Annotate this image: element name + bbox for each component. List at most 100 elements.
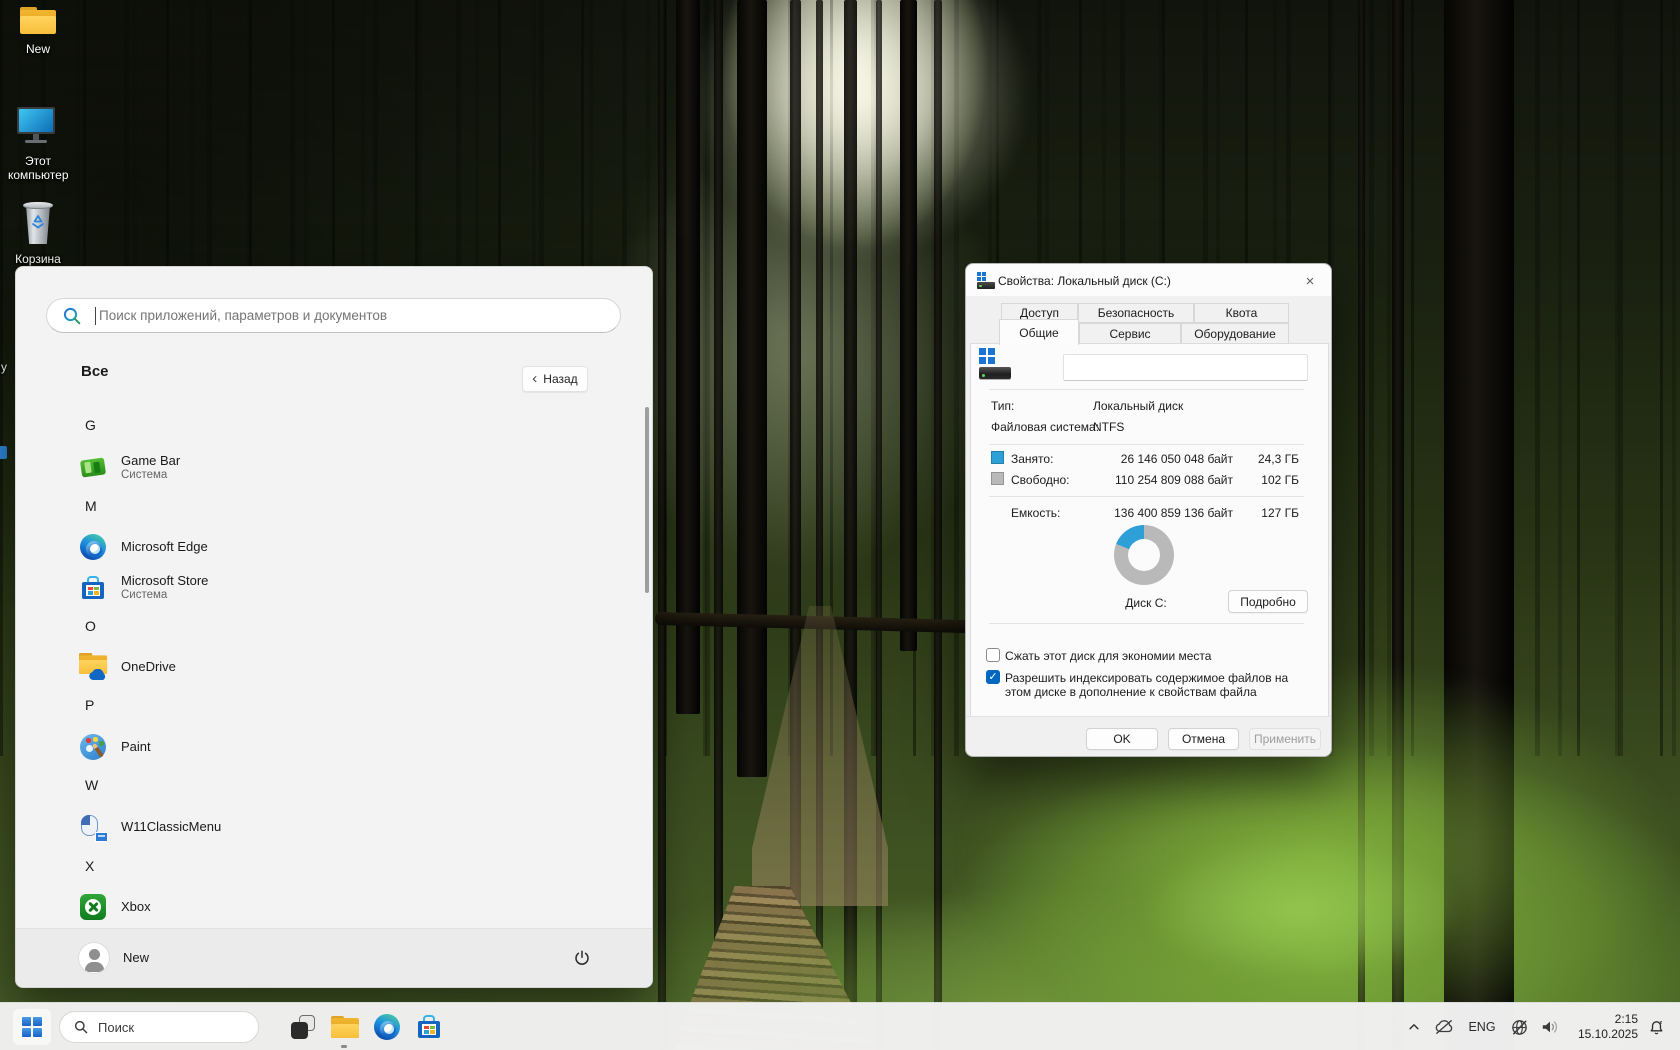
folder-icon — [16, 7, 60, 37]
clock[interactable]: 2:15 15.10.2025 — [1566, 1012, 1638, 1042]
store-button[interactable] — [413, 1011, 445, 1043]
globe-no-internet-icon — [1510, 1018, 1529, 1037]
separator — [989, 389, 1304, 390]
user-name[interactable]: New — [123, 950, 149, 965]
disk-caption: Диск C: — [1094, 596, 1198, 610]
app-item-onedrive[interactable]: OneDrive — [79, 650, 599, 684]
file-explorer-button[interactable] — [329, 1011, 361, 1043]
tree-trunk — [934, 0, 942, 1050]
tab-security[interactable]: Безопасность — [1078, 303, 1194, 323]
power-icon — [573, 949, 591, 967]
details-button[interactable]: Подробно — [1228, 590, 1308, 613]
section-letter-g[interactable]: G — [85, 417, 113, 433]
back-button-label: Назад — [543, 372, 577, 386]
task-view-button[interactable] — [287, 1011, 319, 1043]
tab-quota[interactable]: Квота — [1194, 303, 1289, 323]
app-subtitle: Система — [121, 589, 167, 601]
drive-icon-large — [979, 348, 1015, 382]
close-button[interactable]: × — [1299, 270, 1321, 292]
search-input[interactable]: Поиск приложений, параметров и документо… — [46, 298, 621, 333]
app-item-paint[interactable]: Paint — [79, 730, 599, 764]
tab-label: Оборудование — [1194, 327, 1276, 341]
windows-logo-icon — [22, 1017, 42, 1037]
desktop-icon-new-folder[interactable]: New — [8, 5, 68, 56]
tab-tools[interactable]: Сервис — [1079, 323, 1181, 344]
volume-label-input[interactable] — [1063, 354, 1308, 381]
apply-button[interactable]: Применить — [1249, 728, 1321, 750]
svg-text:z: z — [1659, 1020, 1662, 1026]
app-item-game-bar[interactable]: Game Bar Система — [79, 451, 599, 485]
gamebar-icon — [79, 454, 107, 482]
index-files-label[interactable]: Разрешить индексировать содержимое файло… — [1005, 671, 1303, 699]
language-indicator[interactable]: ENG — [1460, 1020, 1504, 1034]
app-item-microsoft-store[interactable]: Microsoft Store Система — [79, 571, 599, 605]
recycle-bin-icon — [16, 202, 60, 248]
compress-disk-checkbox[interactable] — [986, 648, 1000, 662]
system-tray: ENG 2:15 15.10.2025 z — [1400, 1003, 1680, 1050]
back-button[interactable]: ‹ Назад — [522, 366, 588, 392]
tray-overflow-button[interactable] — [1400, 1020, 1428, 1034]
tab-hardware[interactable]: Оборудование — [1181, 323, 1289, 344]
app-subtitle: Система — [121, 469, 167, 481]
user-avatar[interactable] — [79, 943, 109, 973]
app-item-microsoft-edge[interactable]: Microsoft Edge — [79, 530, 599, 564]
start-button[interactable] — [13, 1009, 51, 1045]
check-icon: ✓ — [988, 671, 997, 683]
search-icon — [73, 1019, 89, 1035]
folder-icon — [331, 1016, 359, 1038]
app-item-w11classicmenu[interactable]: W11ClassicMenu — [79, 810, 599, 844]
store-icon — [80, 575, 108, 603]
ok-button[interactable]: OK — [1086, 728, 1158, 750]
section-letter-w[interactable]: W — [85, 777, 113, 793]
hidden-desktop-icon-fragment — [0, 446, 7, 459]
free-label: Свободно: — [1011, 473, 1070, 487]
tab-label: Сервис — [1109, 327, 1150, 341]
tree-trunk — [676, 0, 700, 714]
capacity-size: 127 ГБ — [1238, 506, 1299, 520]
start-menu-scrollbar[interactable] — [645, 407, 649, 593]
app-item-xbox[interactable]: Xbox — [79, 890, 599, 924]
disk-usage-donut — [1114, 525, 1174, 585]
dialog-titlebar[interactable]: Свойства: Локальный диск (C:) × — [966, 264, 1331, 297]
running-indicator — [341, 1045, 347, 1048]
tab-general[interactable]: Общие — [999, 319, 1079, 345]
app-name: W11ClassicMenu — [121, 819, 221, 834]
network-tray-button[interactable] — [1504, 1018, 1534, 1037]
volume-tray-button[interactable] — [1534, 1018, 1566, 1036]
task-view-icon — [291, 1015, 315, 1039]
forest-path — [752, 606, 888, 906]
edge-button[interactable] — [371, 1011, 403, 1043]
used-size: 24,3 ГБ — [1238, 452, 1299, 466]
start-menu-footer: New — [16, 928, 652, 987]
taskbar-search[interactable]: Поиск — [59, 1011, 259, 1043]
tree-trunk — [714, 0, 723, 1050]
power-button[interactable] — [567, 943, 597, 973]
compress-disk-label[interactable]: Сжать этот диск для экономии места — [1005, 649, 1305, 663]
paint-icon — [79, 733, 107, 761]
chevron-up-icon — [1407, 1020, 1421, 1034]
desktop-icon-recycle-bin[interactable]: Корзина — [8, 202, 68, 266]
section-letter-x[interactable]: X — [85, 858, 113, 874]
desktop-icon-this-pc[interactable]: Этот компьютер — [8, 106, 68, 182]
cancel-button[interactable]: Отмена — [1168, 728, 1239, 750]
index-files-checkbox[interactable]: ✓ — [986, 670, 1000, 684]
desktop-icon-label: Этот компьютер — [8, 154, 68, 182]
notifications-button[interactable]: z — [1638, 1019, 1674, 1036]
edge-icon — [79, 533, 107, 561]
tree-trunk — [900, 0, 917, 651]
chevron-left-icon: ‹ — [532, 371, 537, 386]
used-bytes: 26 146 050 048 байт — [1066, 452, 1233, 466]
section-letter-p[interactable]: P — [85, 697, 113, 713]
taskbar: Поиск ENG — [0, 1002, 1680, 1050]
edge-icon — [374, 1014, 400, 1040]
tab-label: Безопасность — [1098, 306, 1175, 320]
app-name: Paint — [121, 739, 151, 754]
store-icon — [416, 1014, 442, 1040]
dialog-title: Свойства: Локальный диск (C:) — [998, 274, 1171, 288]
tree-trunk — [737, 0, 767, 777]
section-letter-m[interactable]: M — [85, 498, 113, 514]
separator — [989, 444, 1304, 445]
search-placeholder: Поиск приложений, параметров и документо… — [99, 308, 387, 323]
section-letter-o[interactable]: O — [85, 618, 113, 634]
onedrive-tray-button[interactable] — [1428, 1018, 1460, 1036]
